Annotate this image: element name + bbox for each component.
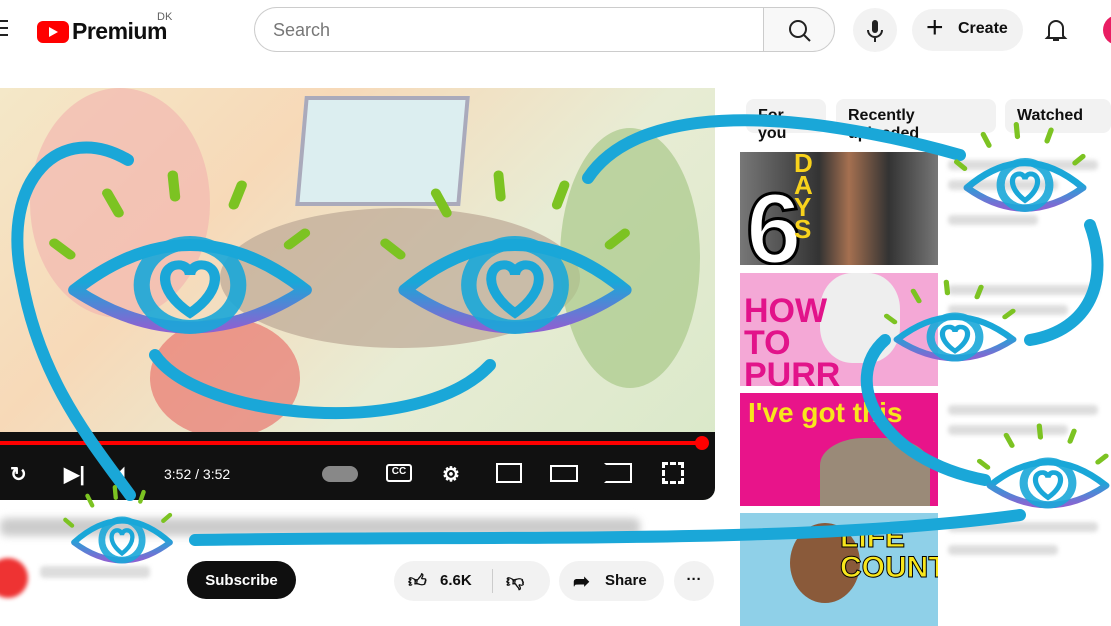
heart-eye-icon (65, 487, 170, 560)
heart-eye-icon (385, 175, 625, 328)
doodle-overlay (11, 114, 1111, 598)
heart-eye-icon (957, 125, 1083, 209)
heart-eye-icon (980, 426, 1106, 505)
heart-eye-icon (54, 175, 305, 328)
heart-eye-icon (887, 282, 1013, 358)
